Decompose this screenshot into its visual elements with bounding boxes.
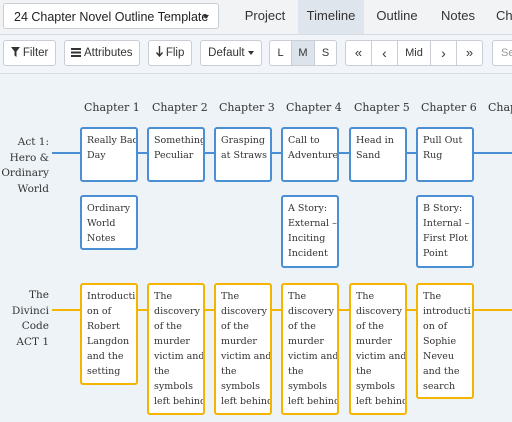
arrow-down-icon bbox=[155, 46, 163, 57]
card-text: The discovery of the murder victim and t… bbox=[154, 291, 205, 407]
toolbar: Filter Attributes Flip Default L M S « ‹… bbox=[0, 35, 512, 74]
card-text: Call to Adventure bbox=[288, 135, 339, 161]
card-text: Ordinary World Notes bbox=[87, 203, 131, 244]
search-input[interactable]: Se bbox=[492, 40, 512, 66]
chapter-header[interactable]: Chapter 5 bbox=[354, 101, 410, 114]
card[interactable]: The discovery of the murder victim and t… bbox=[281, 283, 339, 415]
tab-timeline[interactable]: Timeline bbox=[298, 0, 364, 34]
filter-icon bbox=[10, 47, 20, 57]
card[interactable]: Call to Adventure bbox=[281, 127, 339, 182]
top-bar: 24 Chapter Novel Outline Template Projec… bbox=[0, 0, 512, 35]
card-text: Really Bad Day bbox=[87, 135, 138, 161]
default-label: Default bbox=[208, 47, 245, 59]
list-icon bbox=[71, 48, 82, 57]
size-s-button[interactable]: S bbox=[314, 40, 337, 66]
card[interactable]: The introducti on of Sophie Neveu and th… bbox=[416, 283, 474, 399]
card-text: Introducti on of Robert Langdon and the … bbox=[87, 291, 136, 377]
chapter-header[interactable]: Chapter 1 bbox=[84, 101, 140, 114]
row-label-text: Act 1: Hero & Ordinary World bbox=[1, 136, 49, 195]
card[interactable]: Pull Out Rug bbox=[416, 127, 474, 182]
card[interactable]: The discovery of the murder victim and t… bbox=[349, 283, 407, 415]
card[interactable]: B Story: Internal – First Plot Point bbox=[416, 195, 474, 268]
filter-label: Filter bbox=[22, 47, 49, 59]
card-text: Pull Out Rug bbox=[423, 135, 463, 161]
card[interactable]: Introducti on of Robert Langdon and the … bbox=[80, 283, 138, 385]
card-text: The discovery of the murder victim and t… bbox=[221, 291, 272, 407]
filter-button[interactable]: Filter bbox=[3, 40, 56, 66]
tab-outline[interactable]: Outline bbox=[364, 0, 430, 34]
card[interactable]: Really Bad Day bbox=[80, 127, 138, 182]
card-text: Head in Sand bbox=[356, 135, 394, 161]
attributes-label: Attributes bbox=[83, 47, 133, 59]
nav-mid-button[interactable]: Mid bbox=[397, 40, 431, 66]
card-text: A Story: External – Inciting Incident bbox=[288, 203, 337, 259]
card-text: The discovery of the murder victim and t… bbox=[356, 291, 407, 407]
card[interactable]: The discovery of the murder victim and t… bbox=[147, 283, 205, 415]
timeline-canvas: Chapter 1 Chapter 2 Chapter 3 Chapter 4 … bbox=[0, 74, 512, 422]
card[interactable]: Grasping at Straws bbox=[214, 127, 272, 182]
card[interactable]: Ordinary World Notes bbox=[80, 195, 138, 250]
card[interactable]: The discovery of the murder victim and t… bbox=[214, 283, 272, 415]
tab-characters[interactable]: Ch bbox=[486, 0, 512, 34]
row-label-divinci[interactable]: The Divinci Code ACT 1 bbox=[12, 288, 49, 350]
project-dropdown[interactable]: 24 Chapter Novel Outline Template bbox=[3, 3, 219, 29]
project-title: 24 Chapter Novel Outline Template bbox=[14, 10, 209, 24]
chapter-header[interactable]: Chapter 3 bbox=[219, 101, 275, 114]
nav-last-button[interactable]: » bbox=[456, 40, 483, 66]
attributes-button[interactable]: Attributes bbox=[64, 40, 140, 66]
chapter-header[interactable]: Chapter 4 bbox=[286, 101, 342, 114]
chapter-header[interactable]: Chapter 2 bbox=[152, 101, 208, 114]
card-text: Something Peculiar bbox=[154, 135, 205, 161]
flip-button[interactable]: Flip bbox=[148, 40, 192, 66]
card-text: Grasping at Straws bbox=[221, 135, 268, 161]
tab-notes[interactable]: Notes bbox=[430, 0, 486, 34]
size-l-button[interactable]: L bbox=[269, 40, 292, 66]
flip-label: Flip bbox=[165, 47, 185, 59]
chevron-down-icon bbox=[203, 15, 209, 19]
tab-project[interactable]: Project bbox=[232, 0, 298, 34]
card-text: The introducti on of Sophie Neveu and th… bbox=[423, 291, 471, 397]
card-text: The discovery of the murder victim and t… bbox=[288, 291, 339, 407]
card[interactable]: Something Peculiar bbox=[147, 127, 205, 182]
default-dropdown[interactable]: Default bbox=[200, 40, 262, 66]
card[interactable]: Head in Sand bbox=[349, 127, 407, 182]
card[interactable]: A Story: External – Inciting Incident bbox=[281, 195, 339, 268]
chapter-header[interactable]: Chap bbox=[488, 101, 512, 114]
row-label-text: The Divinci Code ACT 1 bbox=[11, 289, 49, 348]
nav-prev-button[interactable]: ‹ bbox=[371, 40, 398, 66]
chevron-down-icon bbox=[247, 51, 254, 55]
nav-next-button[interactable]: › bbox=[430, 40, 457, 66]
chapter-header[interactable]: Chapter 6 bbox=[421, 101, 477, 114]
nav-first-button[interactable]: « bbox=[345, 40, 372, 66]
size-m-button[interactable]: M bbox=[291, 40, 315, 66]
card-text: B Story: Internal – First Plot Point bbox=[423, 203, 470, 259]
row-label-act1[interactable]: Act 1: Hero & Ordinary World bbox=[1, 135, 49, 197]
